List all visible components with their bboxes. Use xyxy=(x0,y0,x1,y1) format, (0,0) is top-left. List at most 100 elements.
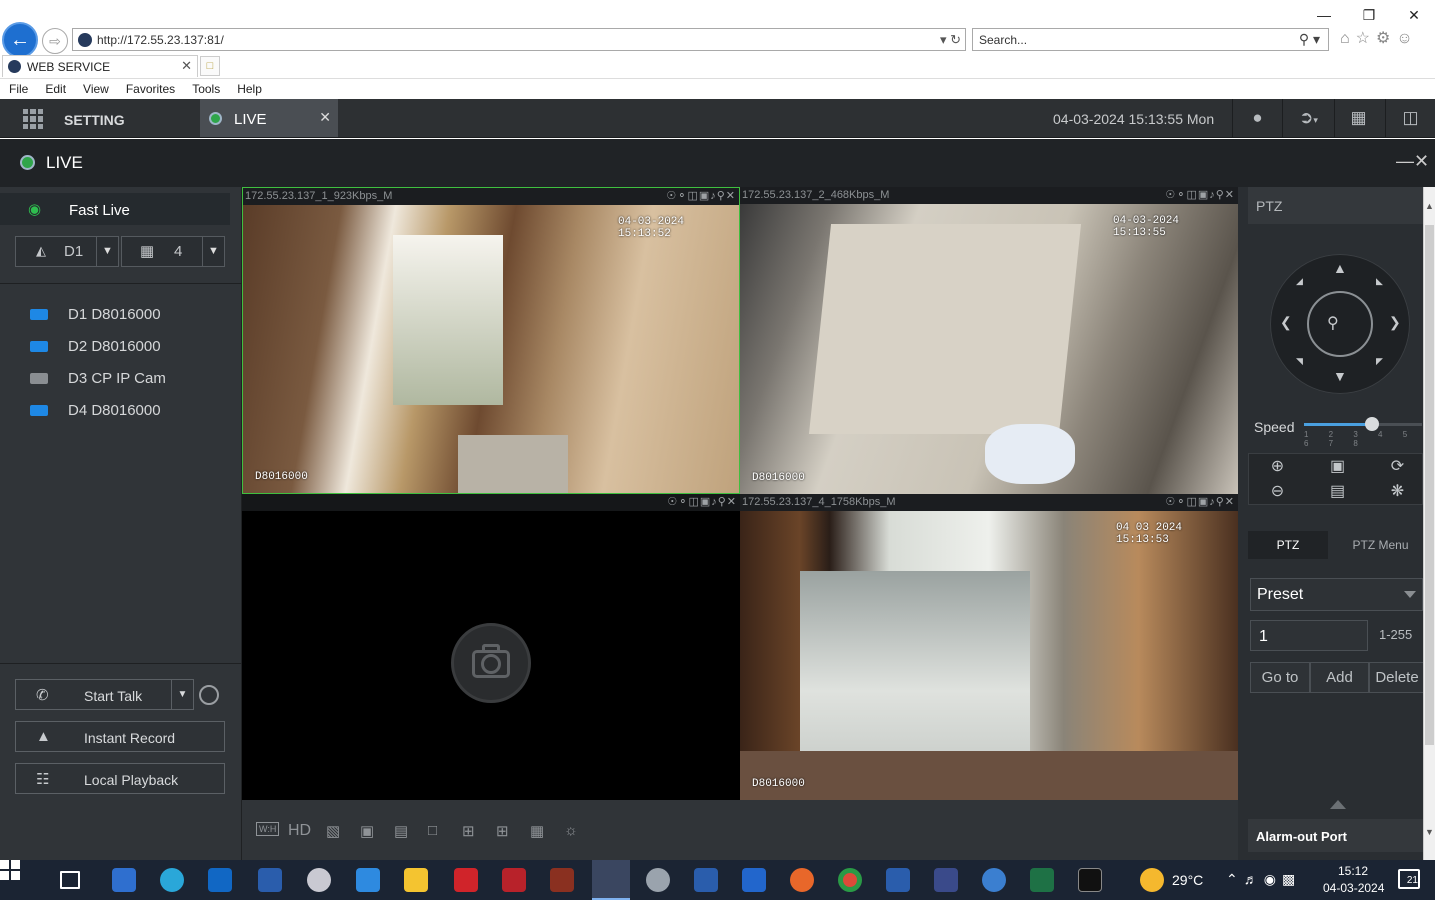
system-tray-icons[interactable]: ⌃♬◉▩ xyxy=(1226,871,1301,888)
live-tab-close-icon[interactable]: ✕ xyxy=(319,109,331,126)
menu-view[interactable]: View xyxy=(74,79,117,96)
focus-near-icon[interactable]: ▣ xyxy=(1315,454,1360,479)
split-1-icon[interactable]: □ xyxy=(428,822,437,839)
ptz-center-zoom-button[interactable]: ⚲ xyxy=(1307,291,1373,357)
taskbar-app-icon[interactable] xyxy=(886,868,910,892)
device-item-d2[interactable]: D2 D8016000 xyxy=(0,332,242,362)
talk-status-icon[interactable] xyxy=(199,685,219,705)
device-item-d4[interactable]: D4 D8016000 xyxy=(0,396,242,426)
video-pane-2[interactable]: 172.55.23.137_2_468Kbps_M ☉⚬◫▣♪⚲✕ 04-03-… xyxy=(740,187,1238,494)
address-bar[interactable]: http://172.55.23.137:81/ ▾ ↻ xyxy=(72,28,966,51)
menu-help[interactable]: Help xyxy=(228,79,270,96)
split-select[interactable]: ▦ 4 ▼ xyxy=(121,236,225,267)
new-tab-button[interactable]: □ xyxy=(200,56,220,76)
video-pane-4[interactable]: 172.55.23.137_4_1758Kbps_M ☉⚬◫▣♪⚲✕ 04 03… xyxy=(740,494,1238,800)
pane-controls-icon[interactable]: ☉⚬◫▣♪⚲✕ xyxy=(1165,495,1235,508)
device-item-d1[interactable]: D1 D8016000 xyxy=(0,300,242,330)
close-panel-icon[interactable]: ✕ xyxy=(1414,151,1429,172)
pan-up-left-icon[interactable]: ◢ xyxy=(1296,276,1303,287)
focus-far-icon[interactable]: ▤ xyxy=(1315,479,1360,504)
outlook-icon[interactable] xyxy=(208,868,232,892)
brightness-icon[interactable]: ☼ xyxy=(564,822,578,839)
user-icon[interactable]: ● xyxy=(1232,99,1282,137)
video-pane-3[interactable]: ☉⚬◫▣♪⚲✕ xyxy=(242,494,740,800)
chrome-icon[interactable] xyxy=(838,868,862,892)
pan-right-icon[interactable]: ❯ xyxy=(1389,314,1401,331)
pan-left-icon[interactable]: ❮ xyxy=(1280,314,1292,331)
notification-center-icon[interactable]: 21 xyxy=(1398,869,1420,889)
pan-up-icon[interactable]: ▲ xyxy=(1333,260,1347,276)
pan-down-icon[interactable]: ▼ xyxy=(1333,368,1347,384)
search-box[interactable]: Search... ⚲ ▾ xyxy=(972,28,1329,51)
logout-icon[interactable]: ➲▾ xyxy=(1282,99,1334,137)
tab-ptz-menu[interactable]: PTZ Menu xyxy=(1338,531,1423,559)
back-button[interactable]: ← xyxy=(2,22,38,58)
taskbar-app-icon[interactable] xyxy=(550,868,574,892)
aspect-ratio-button[interactable]: W:H xyxy=(256,822,280,836)
settings-app-icon[interactable] xyxy=(646,868,670,892)
fast-live-header[interactable]: ◉ Fast Live xyxy=(0,193,230,225)
taskbar-app-icon[interactable] xyxy=(934,868,958,892)
browser-toolbar-icons[interactable]: ⌂☆⚙☺ xyxy=(1340,28,1419,48)
goto-preset-button[interactable]: Go to xyxy=(1250,662,1310,693)
url-text[interactable]: http://172.55.23.137:81/ xyxy=(97,33,224,47)
pan-down-right-icon[interactable]: ◤ xyxy=(1376,356,1383,367)
split-8-icon[interactable]: ▦ xyxy=(530,822,544,840)
split-6-icon[interactable]: ⊞ xyxy=(496,822,509,840)
firefox-icon[interactable] xyxy=(790,868,814,892)
add-preset-button[interactable]: Add xyxy=(1310,662,1369,693)
tab-close-icon[interactable]: ✕ xyxy=(181,58,192,74)
iris-icon[interactable]: ❋ xyxy=(1375,479,1420,504)
fullscreen-icon[interactable]: ▣ xyxy=(360,822,374,840)
taskbar-app-icon[interactable] xyxy=(742,868,766,892)
stream-switch-icon[interactable]: ▧ xyxy=(326,822,340,840)
scroll-down-icon[interactable]: ▼ xyxy=(1425,827,1434,837)
preset-type-select[interactable]: Preset xyxy=(1250,578,1423,611)
speed-slider[interactable] xyxy=(1304,417,1422,431)
task-view-icon[interactable] xyxy=(60,871,80,889)
taskbar-app-icon[interactable] xyxy=(454,868,478,892)
menu-tools[interactable]: Tools xyxy=(183,79,228,96)
clock-date[interactable]: 04-03-2024 xyxy=(1323,881,1384,895)
zoom-in-icon[interactable]: ⊕ xyxy=(1255,454,1300,479)
pane-controls-icon[interactable]: ☉⚬◫▣♪⚲✕ xyxy=(667,495,737,508)
close-window-button[interactable]: ✕ xyxy=(1400,6,1428,24)
device-select[interactable]: ◭ D1 ▼ xyxy=(15,236,119,267)
scroll-up-icon[interactable]: ▲ xyxy=(1425,201,1434,211)
display-icon[interactable]: ◫ xyxy=(1385,99,1435,137)
split-4-icon[interactable]: ⊞ xyxy=(462,822,475,840)
video-pane-1[interactable]: 172.55.23.137_1_923Kbps_M ☉⚬◫▣♪⚲✕ 04-03-… xyxy=(242,187,740,494)
tab-ptz[interactable]: PTZ xyxy=(1248,531,1328,559)
taskbar-app-icon[interactable] xyxy=(307,868,331,892)
pan-down-left-icon[interactable]: ◥ xyxy=(1296,356,1303,367)
refresh-icon[interactable]: ▾ ↻ xyxy=(940,32,961,48)
page-scrollbar[interactable]: ▲ ▼ xyxy=(1423,187,1435,860)
setting-tab[interactable]: SETTING xyxy=(64,112,125,128)
excel-icon[interactable] xyxy=(1030,868,1054,892)
start-talk-button[interactable]: ✆ Start Talk ▼ xyxy=(15,679,194,710)
device-item-d3[interactable]: D3 CP IP Cam xyxy=(0,364,242,394)
collapse-up-icon[interactable] xyxy=(1330,800,1346,809)
live-tab[interactable]: LIVE ✕ xyxy=(200,99,338,137)
taskbar-app-icon[interactable] xyxy=(112,868,136,892)
speed-slider-knob[interactable] xyxy=(1365,417,1379,431)
clock-time[interactable]: 15:12 xyxy=(1338,864,1368,878)
zoom-out-icon[interactable]: ⊖ xyxy=(1255,479,1300,504)
forward-button[interactable]: ⇨ xyxy=(42,28,68,54)
scrollbar-thumb[interactable] xyxy=(1425,225,1434,745)
pane-controls-icon[interactable]: ☉⚬◫▣♪⚲✕ xyxy=(666,189,736,202)
pane-controls-icon[interactable]: ☉⚬◫▣♪⚲✕ xyxy=(1165,188,1235,201)
rotate-icon[interactable]: ⟳ xyxy=(1375,454,1420,479)
terminal-icon[interactable] xyxy=(1078,868,1102,892)
hd-button[interactable]: HD xyxy=(288,822,311,840)
apps-grid-icon[interactable] xyxy=(23,109,43,129)
weather-icon[interactable] xyxy=(1140,868,1164,892)
store-icon[interactable] xyxy=(356,868,380,892)
alarm-out-port-header[interactable]: Alarm-out Port xyxy=(1248,819,1423,852)
chevron-down-icon[interactable]: ▼ xyxy=(202,237,224,266)
chevron-down-icon[interactable]: ▼ xyxy=(171,680,193,709)
ptz-direction-pad[interactable]: ▲ ▼ ❮ ❯ ◢ ◣ ◥ ◤ ⚲ xyxy=(1270,254,1410,394)
menu-edit[interactable]: Edit xyxy=(36,79,74,96)
minimize-window-button[interactable]: — xyxy=(1310,6,1338,24)
preset-number-input[interactable]: 1 xyxy=(1250,620,1368,651)
